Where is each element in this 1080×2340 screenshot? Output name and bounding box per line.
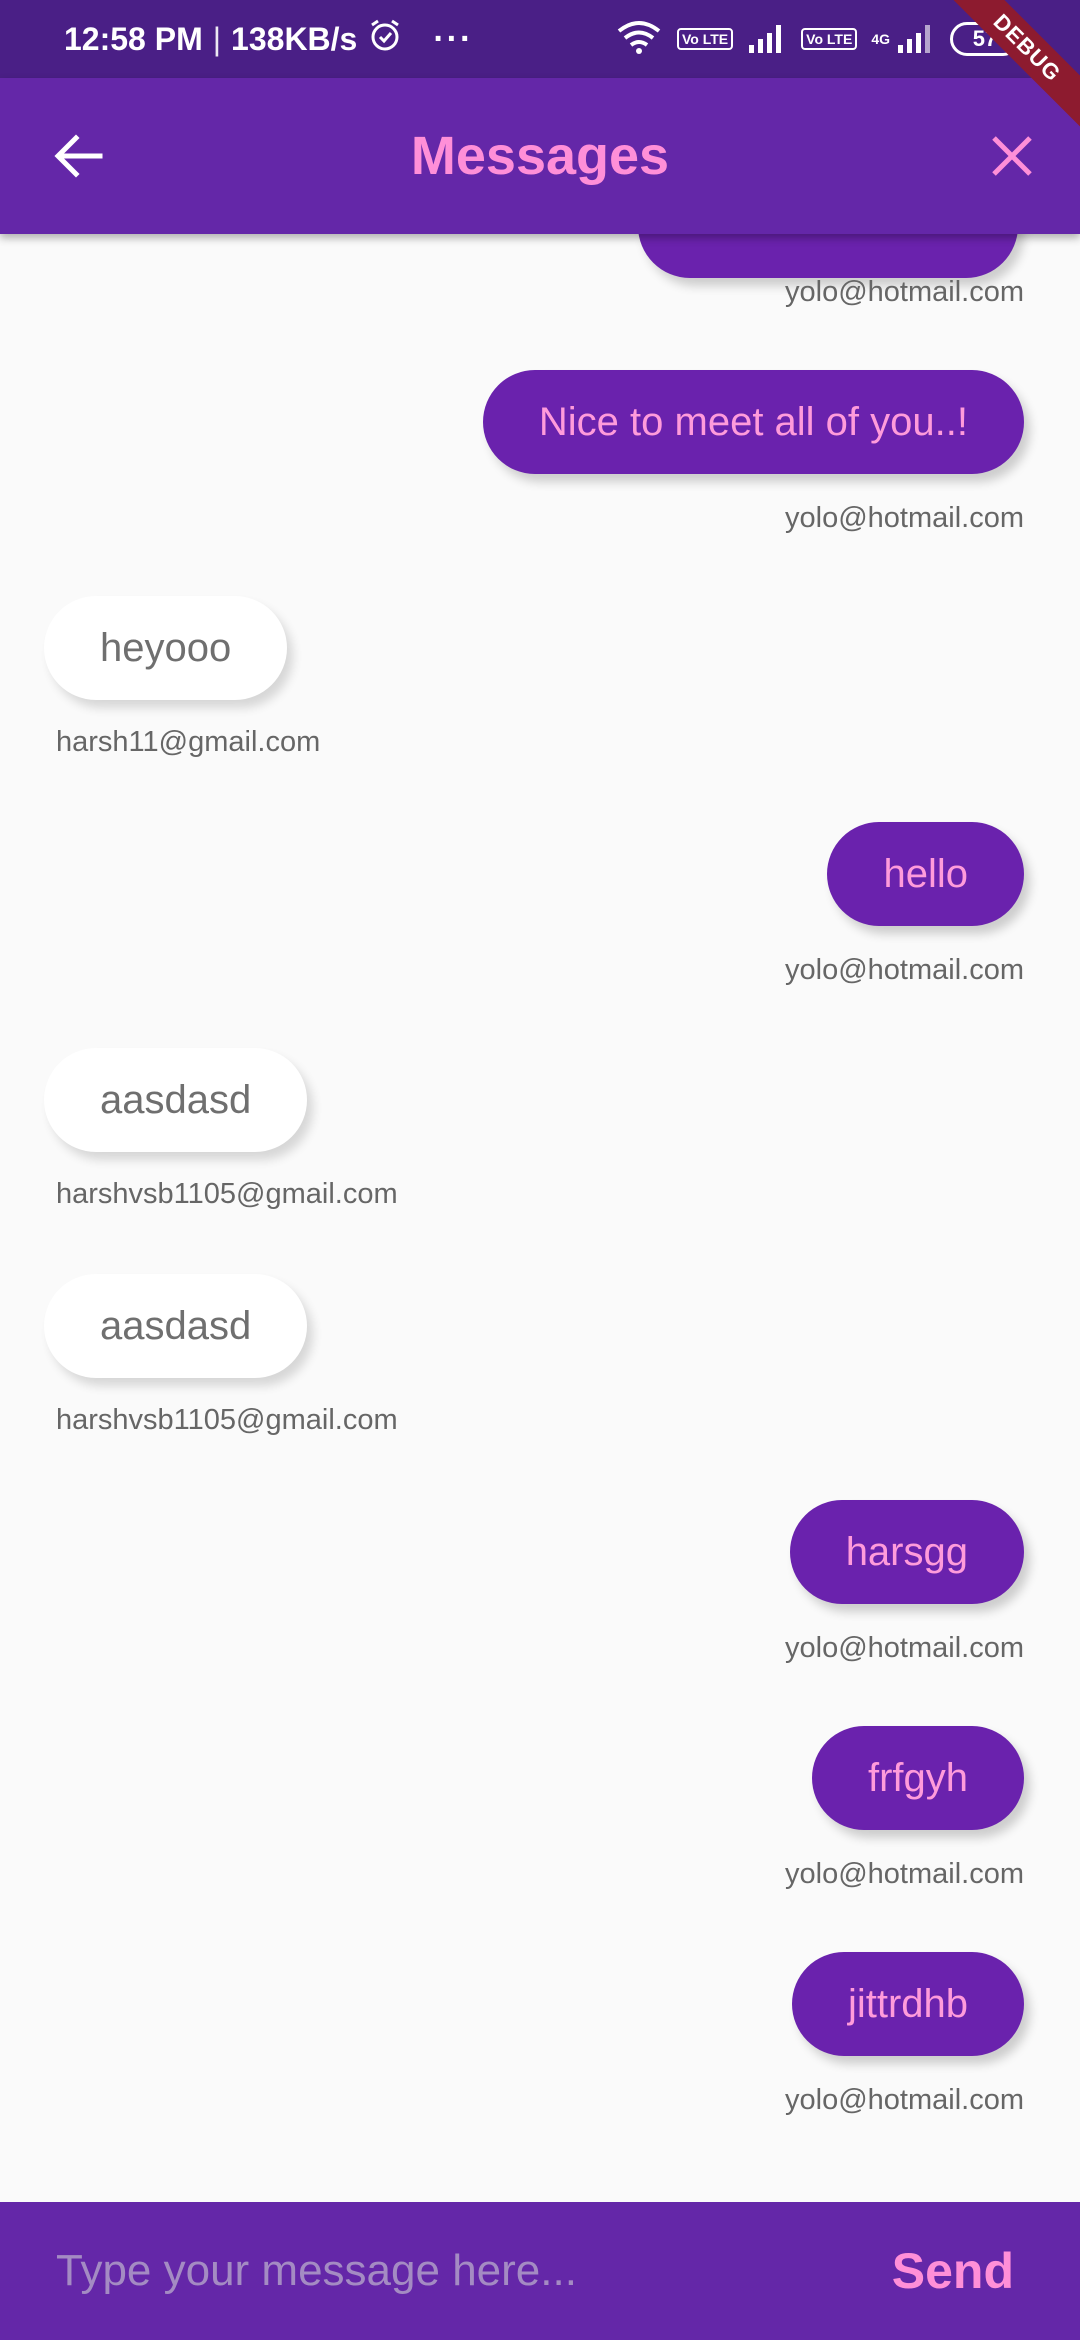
- sent-message-bubble: [638, 234, 1018, 278]
- app-bar: Messages: [0, 78, 1080, 234]
- page-title: Messages: [410, 126, 670, 186]
- status-time: 12:58 PM: [64, 20, 203, 57]
- status-right: Vo LTE Vo LTE 4G 57: [615, 0, 1020, 78]
- wifi-icon: [615, 19, 663, 60]
- status-bar: 12:58 PM | 138KB/s ··· Vo LTE Vo LTE 4G …: [0, 0, 1080, 135]
- close-button[interactable]: [972, 122, 1052, 190]
- sent-message-bubble: frfgyh: [811, 1726, 1024, 1830]
- sent-message-bubble: hello: [827, 822, 1024, 926]
- alarm-icon: [367, 17, 403, 61]
- message-sender: harshvsb1105@gmail.com: [56, 1404, 398, 1436]
- sent-message-bubble: Nice to meet all of you..!: [482, 370, 1024, 474]
- network-speed: 138KB/s: [231, 20, 358, 57]
- message-list[interactable]: yolo@hotmail.com Nice to meet all of you…: [0, 234, 1080, 2202]
- more-notifications-icon: ···: [433, 19, 474, 58]
- received-message-bubble: aasdasd: [44, 1048, 308, 1152]
- message-sender: yolo@hotmail.com: [785, 276, 1024, 308]
- message-sender: yolo@hotmail.com: [785, 2084, 1024, 2116]
- signal-icon-2: [896, 21, 936, 58]
- message-input[interactable]: [56, 2202, 836, 2340]
- status-left: 12:58 PM | 138KB/s ···: [64, 0, 473, 78]
- message-sender: yolo@hotmail.com: [785, 954, 1024, 986]
- received-message-bubble: aasdasd: [44, 1274, 308, 1378]
- network-type: 4G: [871, 31, 890, 47]
- message-sender: yolo@hotmail.com: [785, 502, 1024, 534]
- back-button[interactable]: [38, 122, 118, 190]
- volte-badge-1: Vo LTE: [677, 28, 734, 50]
- status-separator: |: [212, 20, 222, 57]
- message-sender: harsh11@gmail.com: [56, 726, 321, 758]
- message-sender: yolo@hotmail.com: [785, 1858, 1024, 1890]
- arrow-back-icon: [54, 134, 103, 178]
- volte-badge-2: Vo LTE: [801, 28, 858, 50]
- send-button[interactable]: Send: [892, 2202, 1014, 2340]
- message-sender: yolo@hotmail.com: [785, 1632, 1024, 1664]
- sent-message-bubble: jittrdhb: [791, 1952, 1024, 2056]
- message-composer: Send: [0, 2202, 1080, 2340]
- sent-message-bubble: harsgg: [789, 1500, 1024, 1604]
- close-icon: [992, 136, 1032, 176]
- received-message-bubble: heyooo: [44, 596, 288, 700]
- message-sender: harshvsb1105@gmail.com: [56, 1178, 398, 1210]
- signal-icon: [747, 21, 787, 58]
